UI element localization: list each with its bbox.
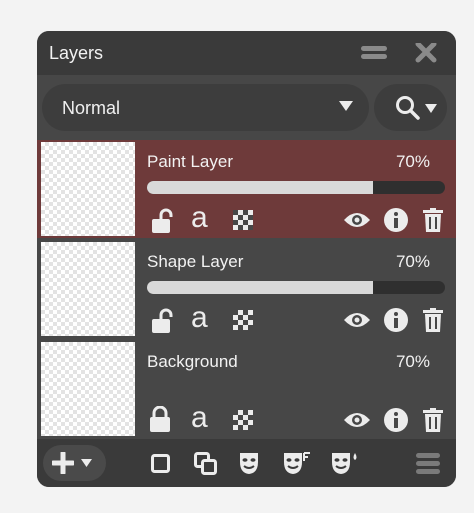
filter-search-button[interactable] [374,84,447,131]
text-icon[interactable]: a [191,203,208,233]
checkerboard-icon[interactable] [233,410,253,430]
layer-thumbnail[interactable] [41,242,135,336]
close-icon[interactable] [415,43,437,63]
lock-icon[interactable] [149,406,171,432]
layer-opacity-value: 70% [395,352,430,371]
layer-name[interactable]: Shape Layer [147,252,243,272]
bottom-toolbar [37,439,456,487]
layer-row[interactable]: Background 70% a [37,340,456,438]
chevron-down-icon [425,104,437,113]
eye-icon[interactable] [343,210,371,230]
layer-thumbnail[interactable] [41,342,135,436]
layer-thumbnail[interactable] [41,142,135,236]
layer-opacity-value: 70% [395,252,430,271]
layers-panel: Layers Normal Paint Layer 70% a Shape La… [37,31,456,487]
chevron-down-icon [339,101,353,111]
mask-adjust-icon[interactable] [331,451,359,475]
search-icon [396,96,420,120]
eye-icon[interactable] [343,410,371,430]
layer-row[interactable]: Shape Layer 70% a [37,240,456,338]
chevron-down-icon [81,459,92,467]
blend-mode-value: Normal [62,98,121,118]
collapse-icon[interactable] [361,43,387,63]
info-icon[interactable] [383,307,409,333]
checkerboard-icon[interactable] [233,210,253,230]
duplicate-icon[interactable] [194,452,217,475]
eye-icon[interactable] [343,310,371,330]
unlock-icon[interactable] [150,208,176,234]
blend-mode-dropdown[interactable]: Normal [42,84,369,131]
mask-icon[interactable] [239,451,259,475]
trash-icon[interactable] [423,308,443,332]
opacity-slider[interactable] [147,281,445,294]
text-icon[interactable]: a [191,403,208,433]
plus-icon [52,452,74,474]
panel-titlebar: Layers [37,31,456,75]
panel-title: Layers [49,43,104,63]
opacity-slider-fill [147,281,374,294]
trash-icon[interactable] [423,408,443,432]
layer-opacity-value: 70% [395,152,430,171]
add-layer-button[interactable] [43,445,106,481]
text-icon[interactable]: a [191,303,208,333]
unlock-icon[interactable] [150,308,176,334]
opacity-slider-fill [147,181,374,194]
layer-name[interactable]: Background [147,352,238,372]
info-icon[interactable] [383,407,409,433]
checkerboard-icon[interactable] [233,310,253,330]
info-icon[interactable] [383,207,409,233]
layer-name[interactable]: Paint Layer [147,152,233,172]
square-icon[interactable] [151,454,170,473]
mask-filter-icon[interactable] [283,451,311,475]
layer-row[interactable]: Paint Layer 70% a [37,140,456,238]
menu-icon[interactable] [416,451,440,475]
opacity-slider[interactable] [147,181,445,194]
trash-icon[interactable] [423,208,443,232]
